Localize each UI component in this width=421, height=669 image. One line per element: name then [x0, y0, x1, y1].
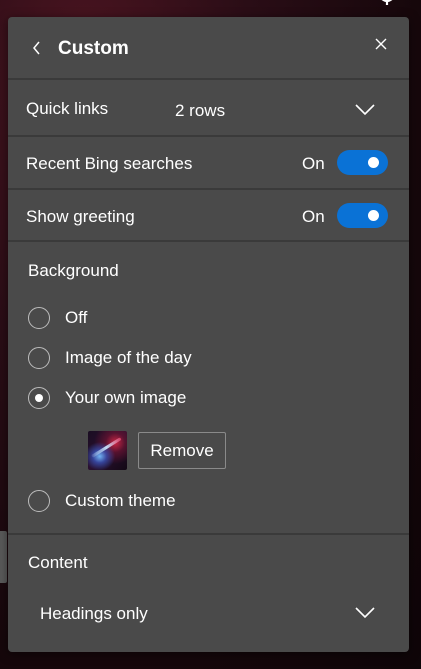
background-section-label: Background: [28, 261, 119, 280]
radio-label: Off: [65, 308, 88, 327]
custom-image-thumbnail: [88, 431, 127, 470]
chevron-down-icon[interactable]: [354, 606, 376, 620]
radio-button[interactable]: [28, 347, 50, 369]
customize-panel: Custom Quick links 2 rows Recent Bing se…: [8, 17, 409, 652]
recent-searches-status: On: [302, 154, 325, 173]
quick-links-dropdown-value[interactable]: 2 rows: [175, 101, 225, 121]
panel-header: Custom: [8, 17, 409, 78]
show-greeting-status: On: [302, 207, 325, 226]
panel-title: Custom: [58, 38, 129, 59]
radio-button[interactable]: [28, 307, 50, 329]
page-side-tab: [0, 531, 7, 583]
radio-dot: [35, 394, 43, 402]
quick-links-label: Quick links: [26, 99, 109, 118]
gear-icon[interactable]: [376, 0, 398, 6]
radio-button[interactable]: [28, 490, 50, 512]
recent-searches-label: Recent Bing searches: [26, 154, 193, 173]
divider: [8, 188, 409, 190]
remove-image-button[interactable]: Remove: [138, 432, 226, 469]
recent-searches-toggle[interactable]: [337, 150, 388, 175]
close-icon[interactable]: [372, 35, 390, 53]
chevron-down-icon[interactable]: [354, 103, 376, 117]
divider: [8, 135, 409, 137]
content-section-label: Content: [28, 553, 88, 572]
show-greeting-label: Show greeting: [26, 207, 135, 226]
toggle-knob: [368, 210, 379, 221]
radio-label: Image of the day: [65, 348, 192, 367]
radio-button-selected[interactable]: [28, 387, 50, 409]
divider: [8, 533, 409, 535]
radio-label: Custom theme: [65, 491, 176, 510]
content-dropdown-value[interactable]: Headings only: [40, 604, 148, 624]
divider: [8, 240, 409, 242]
divider: [8, 78, 409, 80]
toggle-knob: [368, 157, 379, 168]
chevron-left-icon[interactable]: [28, 39, 46, 57]
show-greeting-toggle[interactable]: [337, 203, 388, 228]
radio-label: Your own image: [65, 388, 187, 407]
